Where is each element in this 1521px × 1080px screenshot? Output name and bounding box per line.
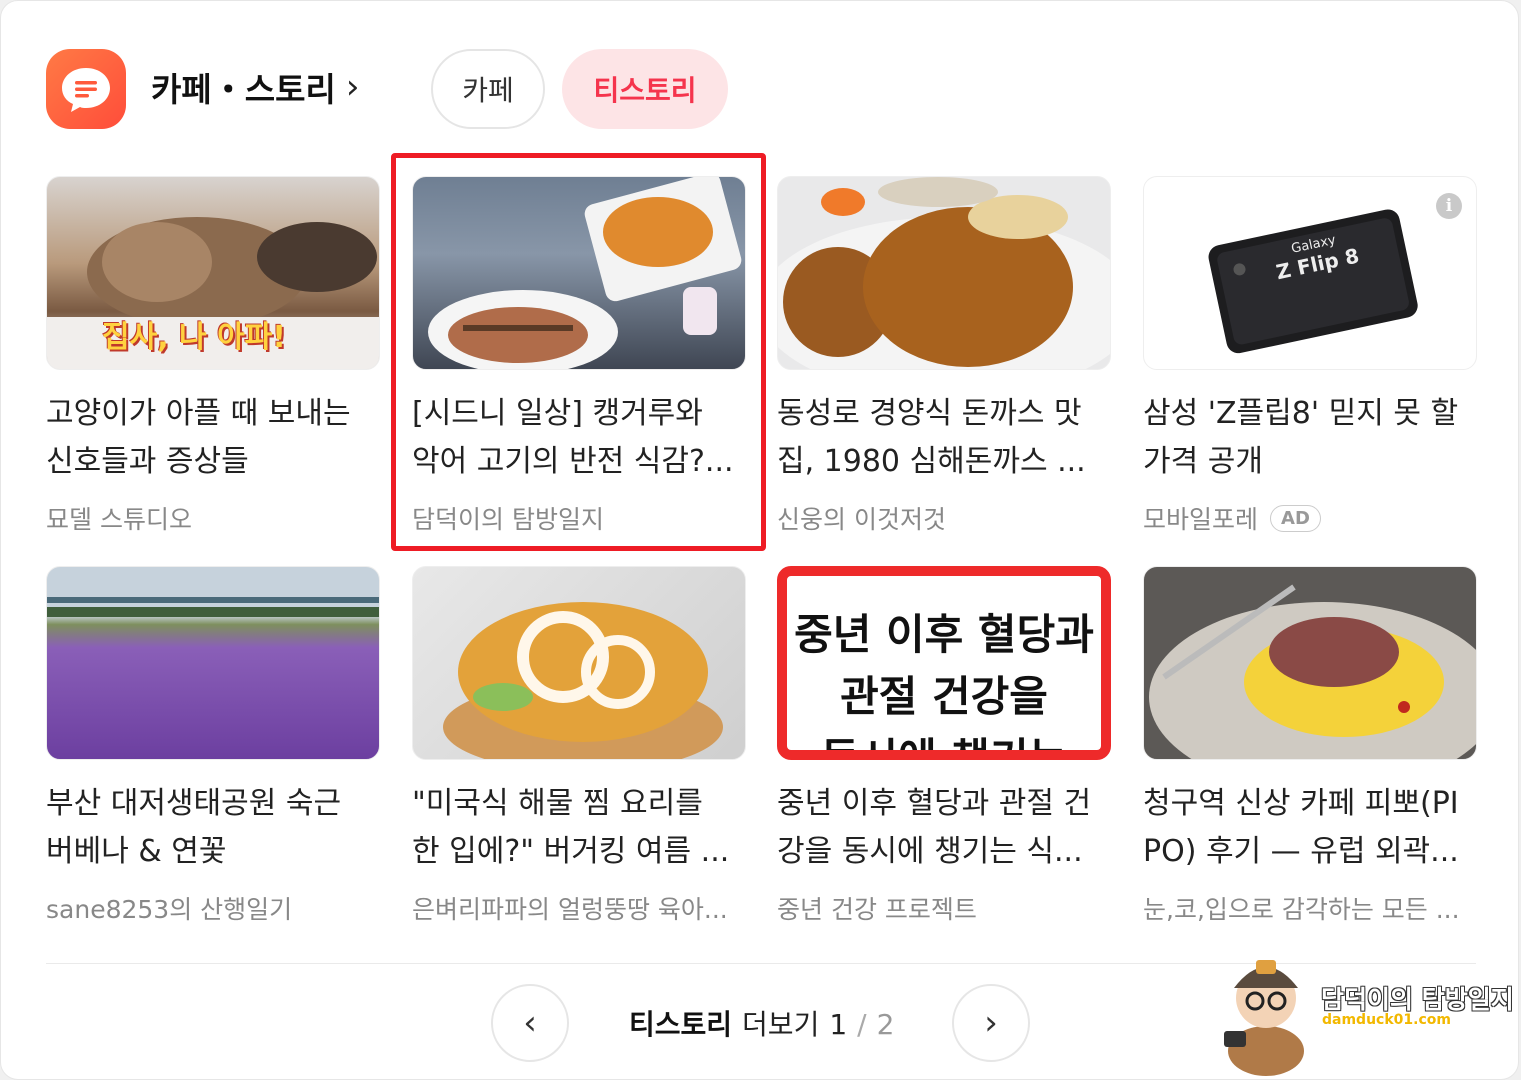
watermark-title: 담덕이의 탐방일지 [1321,985,1514,1014]
chat-bubble-icon [46,49,126,129]
story-card[interactable]: 중년 이후 혈당과 관절 건강을 동시에 챙기는 중년 이후 혈당과 관절 건 … [777,566,1111,926]
pager-label-bold[interactable]: 티스토리 [629,1003,732,1043]
story-card[interactable]: Galaxy Z Flip 8 i 삼성 'Z플립8' 믿지 못 할 가격 공개… [1143,176,1477,536]
thumb-caption: 중년 이후 혈당과 관절 건강을 동시에 챙기는 [794,610,1094,760]
card-thumbnail: 집사, 나 아파! [46,176,380,370]
prev-page-button[interactable]: ‹ [491,984,569,1062]
story-card[interactable]: "미국식 해물 찜 요리를 한 입에?" 버거킹 여름 ... 은벼리파파의 얼… [412,566,746,926]
pager-current: 1 [829,1008,848,1041]
card-source: 담덕이의 탐방일지 [412,505,604,534]
card-title: [시드니 일상] 캥거루와 악어 고기의 반전 식감?... [412,396,734,479]
card-source: 신웅의 이것저것 [777,505,946,534]
card-title: 동성로 경양식 돈까스 맛 집, 1980 심해돈까스 ... [777,396,1086,479]
card-thumbnail [1143,566,1477,760]
card-thumbnail: 중년 이후 혈당과 관절 건강을 동시에 챙기는 [777,566,1111,760]
story-card[interactable]: 동성로 경양식 돈까스 맛 집, 1980 심해돈까스 ... 신웅의 이것저것 [777,176,1111,536]
story-card[interactable]: [시드니 일상] 캥거루와 악어 고기의 반전 식감?... 담덕이의 탐방일지 [412,176,746,536]
card-thumbnail [412,176,746,370]
card-thumbnail [46,566,380,760]
card-title: 중년 이후 혈당과 관절 건 강을 동시에 챙기는 식... [777,786,1092,869]
card-source: 눈,코,입으로 감각하는 모든 ... [1143,895,1460,924]
chevron-right-icon: › [984,1003,998,1043]
cafe-story-panel: 카페・스토리 › 카페 티스토리 집사, 나 아파! 고양이가 아플 때 보내는… [0,0,1519,1080]
card-title: 부산 대저생태공원 숙근 버베나 & 연꽃 [46,786,342,869]
tab-tistory[interactable]: 티스토리 [562,49,728,129]
card-title: "미국식 해물 찜 요리를 한 입에?" 버거킹 여름 ... [412,786,730,869]
next-page-button[interactable]: › [952,984,1030,1062]
chevron-left-icon: ‹ [523,1003,537,1043]
story-card[interactable]: 부산 대저생태공원 숙근 버베나 & 연꽃 sane8253의 산행일기 [46,566,380,926]
card-thumbnail [412,566,746,760]
watermark: 담덕이의 탐방일지 damduck01.com [1216,936,1516,1076]
card-thumbnail: Galaxy Z Flip 8 i [1143,176,1477,370]
tab-cafe[interactable]: 카페 [431,49,545,129]
card-title: 고양이가 아플 때 보내는 신호들과 증상들 [46,396,351,479]
card-source: 은벼리파파의 얼렁뚱땅 육아... [412,895,728,924]
card-source: 모바일포레 AD [1143,500,1477,536]
pager: 티스토리 더보기 1 / 2 [629,1003,894,1043]
card-title: 삼성 'Z플립8' 믿지 못 할 가격 공개 [1143,396,1459,479]
pager-label[interactable]: 더보기 [742,1003,819,1043]
story-card[interactable]: 청구역 신상 카페 피뽀(PI PO) 후기 — 유럽 외곽... 눈,코,입으… [1143,566,1477,926]
card-thumbnail [777,176,1111,370]
ad-badge: AD [1270,504,1321,532]
info-icon[interactable]: i [1436,193,1462,219]
pager-separator: / [857,1008,867,1041]
thumb-caption: 집사, 나 아파! [102,320,286,355]
watermark-url: damduck01.com [1322,1012,1451,1028]
chevron-right-icon: › [345,67,360,107]
section-title-link[interactable]: 카페・스토리 › [151,63,359,111]
mascot-icon [1224,960,1304,1076]
card-source: 중년 건강 프로젝트 [777,895,977,924]
card-title: 청구역 신상 카페 피뽀(PI PO) 후기 — 유럽 외곽... [1143,786,1459,869]
card-source: sane8253의 산행일기 [46,895,293,924]
section-title: 카페・스토리 [151,70,336,109]
story-card[interactable]: 집사, 나 아파! 고양이가 아플 때 보내는 신호들과 증상들 묘델 스튜디오 [46,176,380,536]
card-source: 묘델 스튜디오 [46,505,192,534]
pager-total: 2 [876,1008,895,1041]
